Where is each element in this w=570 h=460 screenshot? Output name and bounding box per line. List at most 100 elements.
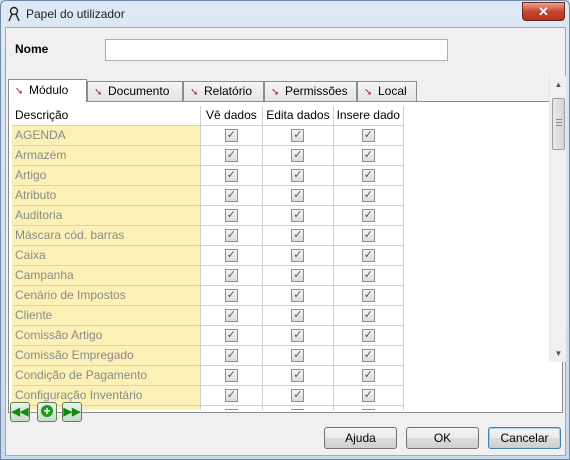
vertical-scrollbar[interactable]: ▲ ▼ — [549, 76, 566, 362]
table-row[interactable]: Campanha ✓ ✓ ✓ — [12, 265, 404, 286]
table-row[interactable]: Armazém ✓ ✓ ✓ — [12, 145, 404, 166]
permissions-grid[interactable]: Descrição Vê dados Edita dados Insere da… — [12, 106, 404, 410]
close-button[interactable]: ✕ — [522, 2, 565, 21]
row-description[interactable]: Auditoria — [12, 205, 201, 226]
checkbox-edita-dados[interactable]: ✓ — [291, 169, 305, 183]
checkbox-insere-dados[interactable]: ✓ — [361, 309, 375, 323]
tab-relatorio[interactable]: ➘ Relatório — [183, 81, 264, 101]
checkbox-insere-dados[interactable]: ✓ — [361, 329, 375, 343]
row-description[interactable]: Campanha — [12, 265, 201, 286]
checkbox-edita-dados[interactable]: ✓ — [291, 329, 305, 343]
checkbox-ve-dados[interactable]: ✓ — [224, 369, 238, 383]
scroll-up-icon[interactable]: ▲ — [550, 76, 567, 93]
row-description[interactable]: Condição de Pagamento — [12, 365, 201, 386]
row-description[interactable]: Comissão Artigo — [12, 325, 201, 346]
scroll-down-icon[interactable]: ▼ — [550, 345, 567, 362]
checkbox-insere-dados[interactable]: ✓ — [361, 149, 375, 163]
help-button[interactable]: Ajuda — [324, 427, 397, 449]
nav-add-button[interactable]: + — [37, 402, 57, 422]
checkbox-ve-dados[interactable]: ✓ — [224, 189, 238, 203]
checkbox-insere-dados-cell: ✓ — [333, 125, 404, 146]
checkbox-insere-dados[interactable]: ✓ — [361, 349, 375, 363]
checkbox-ve-dados[interactable]: ✓ — [224, 349, 238, 363]
checkbox-ve-dados[interactable]: ✓ — [224, 409, 238, 410]
cancel-button[interactable]: Cancelar — [488, 427, 561, 449]
table-row[interactable]: Caixa ✓ ✓ ✓ — [12, 245, 404, 266]
column-header-ve-dados[interactable]: Vê dados — [200, 106, 264, 126]
row-description[interactable]: Comissão Empregado — [12, 345, 201, 366]
checkbox-ve-dados[interactable]: ✓ — [224, 229, 238, 243]
checkbox-insere-dados[interactable]: ✓ — [361, 209, 375, 223]
tab-permissoes[interactable]: ➘ Permissões — [264, 81, 357, 101]
checkbox-edita-dados[interactable]: ✓ — [291, 389, 305, 403]
checkbox-ve-dados[interactable]: ✓ — [224, 169, 238, 183]
ok-button[interactable]: OK — [406, 427, 479, 449]
checkbox-edita-dados[interactable]: ✓ — [291, 349, 305, 363]
checkbox-insere-dados[interactable]: ✓ — [361, 189, 375, 203]
nav-first-button[interactable]: ◀◀ — [10, 402, 30, 422]
checkmark-icon: ✓ — [226, 249, 236, 262]
checkbox-ve-dados[interactable]: ✓ — [224, 389, 238, 403]
checkbox-ve-dados[interactable]: ✓ — [224, 149, 238, 163]
checkbox-insere-dados[interactable]: ✓ — [361, 269, 375, 283]
checkbox-edita-dados[interactable]: ✓ — [291, 149, 305, 163]
checkbox-edita-dados[interactable]: ✓ — [291, 129, 305, 143]
table-row[interactable]: Artigo ✓ ✓ ✓ — [12, 165, 404, 186]
table-row[interactable]: Atributo ✓ ✓ ✓ — [12, 185, 404, 206]
checkbox-edita-dados[interactable]: ✓ — [291, 369, 305, 383]
table-row[interactable]: AGENDA ✓ ✓ ✓ — [12, 125, 404, 146]
column-header-insere-dados[interactable]: Insere dado — [333, 106, 404, 126]
row-description[interactable]: Máscara cód. barras — [12, 225, 201, 246]
checkbox-edita-dados[interactable]: ✓ — [291, 269, 305, 283]
checkbox-ve-dados[interactable]: ✓ — [224, 289, 238, 303]
checkbox-insere-dados[interactable]: ✓ — [361, 249, 375, 263]
row-description[interactable]: Artigo — [12, 165, 201, 186]
table-row[interactable]: Condição de Pagamento ✓ ✓ ✓ — [12, 365, 404, 386]
tab-documento[interactable]: ➘ Documento — [87, 81, 183, 101]
table-row[interactable]: Comissão Empregado ✓ ✓ ✓ — [12, 345, 404, 366]
checkbox-edita-dados[interactable]: ✓ — [291, 229, 305, 243]
checkbox-ve-dados[interactable]: ✓ — [224, 249, 238, 263]
row-description[interactable]: AGENDA — [12, 125, 201, 146]
checkbox-edita-dados[interactable]: ✓ — [291, 409, 305, 410]
checkmark-icon: ✓ — [293, 149, 303, 162]
checkbox-ve-dados[interactable]: ✓ — [224, 269, 238, 283]
table-row[interactable]: Comissão Artigo ✓ ✓ ✓ — [12, 325, 404, 346]
checkbox-ve-dados[interactable]: ✓ — [224, 329, 238, 343]
nav-next-button[interactable]: ▶▶ — [62, 402, 82, 422]
checkbox-insere-dados[interactable]: ✓ — [361, 369, 375, 383]
tab-modulo[interactable]: ➘ Módulo — [8, 79, 87, 102]
checkbox-insere-dados[interactable]: ✓ — [361, 409, 375, 410]
scrollbar-thumb[interactable] — [552, 98, 565, 150]
checkbox-insere-dados[interactable]: ✓ — [361, 289, 375, 303]
checkbox-ve-dados[interactable]: ✓ — [224, 309, 238, 323]
checkbox-insere-dados[interactable]: ✓ — [361, 389, 375, 403]
checkbox-edita-dados[interactable]: ✓ — [291, 189, 305, 203]
table-row[interactable]: Máscara cód. barras ✓ ✓ ✓ — [12, 225, 404, 246]
checkbox-ve-dados[interactable]: ✓ — [224, 129, 238, 143]
row-description[interactable]: Caixa — [12, 245, 201, 266]
checkbox-edita-dados[interactable]: ✓ — [291, 249, 305, 263]
table-row[interactable]: Auditoria ✓ ✓ ✓ — [12, 205, 404, 226]
checkbox-insere-dados-cell: ✓ — [333, 365, 404, 386]
checkmark-icon: ✓ — [226, 389, 236, 402]
row-description[interactable]: Atributo — [12, 185, 201, 206]
checkbox-ve-dados[interactable]: ✓ — [224, 209, 238, 223]
title-bar[interactable]: Papel do utilizador ✕ — [1, 1, 569, 27]
checkbox-insere-dados[interactable]: ✓ — [361, 129, 375, 143]
checkbox-edita-dados[interactable]: ✓ — [291, 289, 305, 303]
table-row[interactable]: Cliente ✓ ✓ ✓ — [12, 305, 404, 326]
name-input[interactable] — [105, 39, 448, 61]
row-description[interactable]: Cliente — [12, 305, 201, 326]
checkbox-edita-dados[interactable]: ✓ — [291, 309, 305, 323]
row-description[interactable]: Cenário de Impostos — [12, 285, 201, 306]
dialog-content: Nome ➘ Módulo ➘ Documento ➘ Relatório ➘ Perm… — [5, 27, 566, 456]
checkbox-edita-dados[interactable]: ✓ — [291, 209, 305, 223]
checkbox-insere-dados[interactable]: ✓ — [361, 169, 375, 183]
table-row[interactable]: Cenário de Impostos ✓ ✓ ✓ — [12, 285, 404, 306]
checkbox-insere-dados[interactable]: ✓ — [361, 229, 375, 243]
tab-local[interactable]: ➘ Local — [357, 81, 417, 101]
column-header-edita-dados[interactable]: Edita dados — [262, 106, 334, 126]
row-description[interactable]: Armazém — [12, 145, 201, 166]
column-header-descricao[interactable]: Descrição — [12, 106, 201, 126]
